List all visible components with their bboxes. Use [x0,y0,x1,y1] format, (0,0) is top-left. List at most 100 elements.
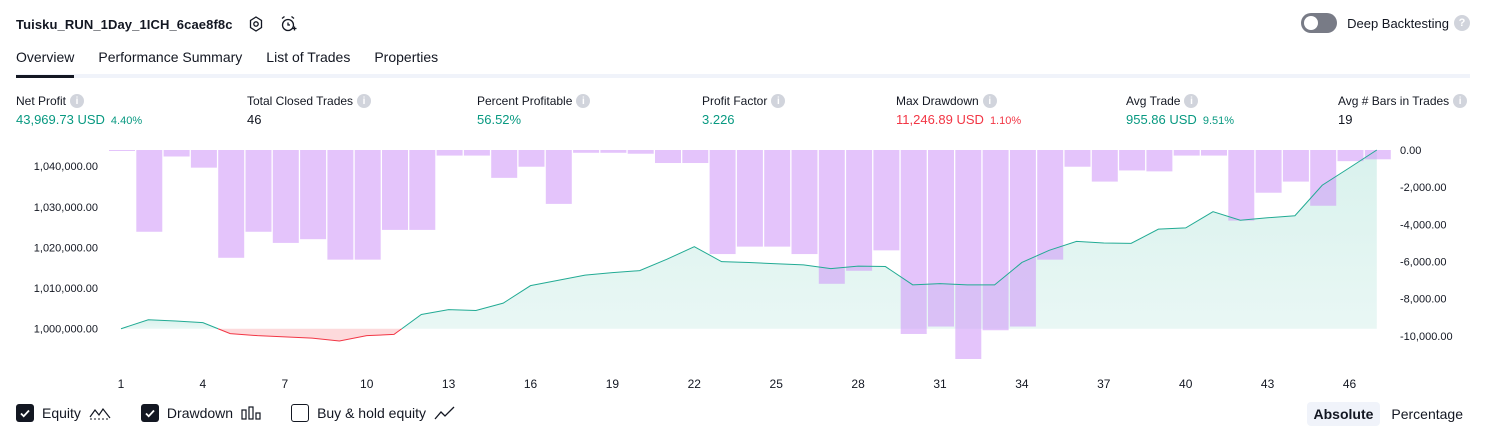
x-axis-label: 31 [933,377,947,391]
info-icon[interactable]: i [576,94,591,108]
stat-value: 3.226 [702,112,735,127]
stat-profit-factor: Profit Factor i 3.226 [702,94,786,127]
drawdown-bar [136,150,163,232]
drawdown-bar [218,150,245,258]
drawdown-bar [1173,150,1200,156]
legend-label: Equity [42,405,81,421]
info-icon[interactable]: i [982,94,997,108]
stat-label: Avg # Bars in Trades [1338,94,1450,108]
tab-overview[interactable]: Overview [16,46,75,78]
stat-total-closed-trades: Total Closed Trades i 46 [247,94,372,127]
drawdown-bar [982,150,1009,331]
percentage-button[interactable]: Percentage [1384,402,1470,426]
deep-backtesting-label: Deep Backtesting [1347,15,1449,31]
drawdown-bar [600,150,627,153]
drawdown-bar [491,150,518,178]
info-icon[interactable]: i [357,94,372,108]
stat-percent-profitable: Percent Profitable i 56.52% [477,94,591,127]
x-axis-label: 34 [1015,377,1029,391]
drawdown-bar [709,150,736,255]
drawdown-bar [573,150,600,153]
alarm-add-icon[interactable] [279,15,297,33]
drawdown-bar [928,150,954,327]
x-axis-label: 1 [118,377,125,391]
drawdown-bar [272,150,299,243]
info-icon[interactable]: i [1453,94,1468,108]
right-axis-label: -8,000.00 [1400,294,1446,306]
x-axis-label: 37 [1097,377,1111,391]
absolute-button[interactable]: Absolute [1306,402,1381,426]
buy-hold-checkbox[interactable] [291,404,310,422]
x-axis-label: 4 [200,377,207,391]
toggle-knob [1304,16,1319,30]
drawdown-bar [1037,150,1064,260]
drawdown-bar [300,150,327,240]
stat-label: Profit Factor [702,94,768,108]
drawdown-bar [736,150,763,247]
x-axis-label: 7 [281,377,288,391]
strategy-header: Tuisku_RUN_1Day_1ICH_6cae8f8c [16,12,297,36]
legend-label: Buy & hold equity [317,405,427,421]
drawdown-bar [109,150,135,151]
stat-label: Total Closed Trades [247,94,354,108]
info-icon[interactable]: i [1184,94,1199,108]
right-axis-label: 0.00 [1400,145,1421,157]
view-mode-switch: Absolute Percentage [1303,402,1471,426]
legend-equity[interactable]: Equity [16,404,111,422]
left-axis-label: 1,010,000.00 [34,283,98,295]
drawdown-bar [764,150,791,247]
tab-properties[interactable]: Properties [374,46,438,74]
drawdown-bar [1064,150,1091,167]
x-axis-label: 28 [851,377,865,391]
equity-checkbox[interactable] [16,404,34,422]
right-axis-label: -10,000.00 [1400,331,1453,343]
drawdown-bar [245,150,272,232]
left-axis-label: 1,030,000.00 [34,202,98,214]
drawdown-bar [682,150,709,164]
legend-buy-hold[interactable]: Buy & hold equity [291,404,456,422]
info-icon[interactable]: i [771,94,786,108]
drawdown-checkbox[interactable] [140,404,159,422]
drawdown-bar [955,150,982,359]
x-axis-label: 10 [360,377,374,391]
drawdown-bar [1364,150,1391,160]
chart-legend: Equity Drawdown Buy & hold equity [16,404,486,422]
drawdown-bar [1146,150,1173,172]
right-axis-label: -6,000.00 [1400,256,1446,268]
settings-icon[interactable] [247,15,265,33]
right-axis-label: -2,000.00 [1400,182,1446,194]
tab-list-of-trades[interactable]: List of Trades [266,46,350,74]
info-icon[interactable]: i [70,94,85,108]
stats-row: Net Profit i 43,969.73 USD 4.40% Total Clo… [16,94,1470,134]
drawdown-bar [1310,150,1337,206]
equity-drawdown-chart[interactable]: 1,000,000.00 1,010,000.00 1,020,000.00 1,03… [0,140,1486,395]
buy-hold-line-icon [434,406,456,420]
stat-avg-bars: Avg # Bars in Trades i 19 [1338,94,1468,127]
left-axis-label: 1,020,000.00 [34,242,98,254]
legend-drawdown[interactable]: Drawdown [140,404,261,422]
report-tabs: Overview Performance Summary List of Tra… [16,46,1470,78]
x-axis-label: 13 [442,377,456,391]
x-axis-label: 25 [770,377,784,391]
drawdown-bar [190,150,217,168]
drawdown-bar [846,150,873,271]
stat-label: Avg Trade [1126,94,1181,108]
drawdown-bar [627,150,654,154]
drawdown-bar [463,150,490,156]
stat-avg-trade: Avg Trade i 955.86 USD 9.51% [1126,94,1234,127]
drawdown-bar [1282,150,1309,182]
drawdown-bars-icon [241,406,261,420]
drawdown-bar [791,150,818,255]
drawdown-bar [382,150,408,230]
tab-performance-summary[interactable]: Performance Summary [98,46,242,74]
drawdown-bar [655,150,681,164]
stat-label: Max Drawdown [896,94,979,108]
drawdown-bar [354,150,381,260]
help-icon[interactable]: ? [1454,15,1470,31]
drawdown-bar [1091,150,1118,182]
stat-value: 11,246.89 USD [896,112,984,127]
deep-backtesting-toggle[interactable] [1301,13,1338,33]
stat-value: 19 [1338,112,1353,127]
left-axis-label: 1,000,000.00 [34,324,98,336]
drawdown-bar [518,150,545,167]
